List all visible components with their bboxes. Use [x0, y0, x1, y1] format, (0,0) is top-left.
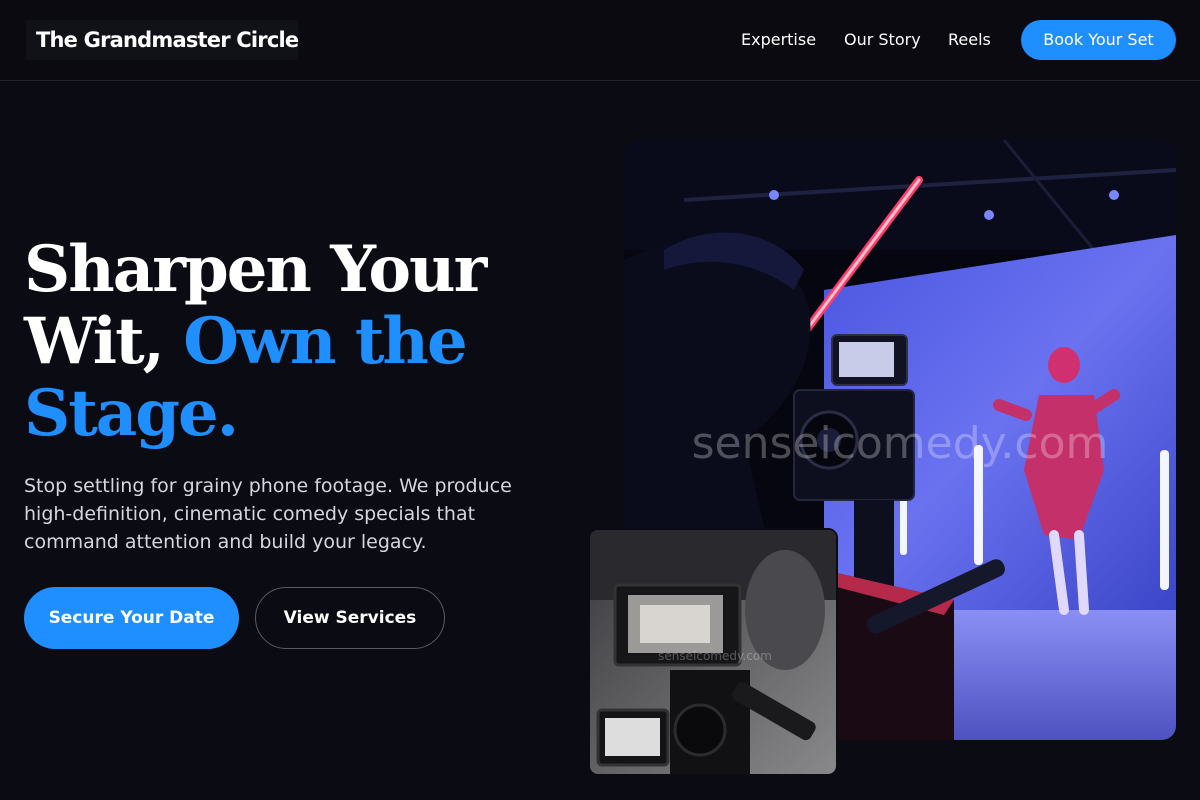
hero-headline: Sharpen Your Wit, Own the Stage.: [24, 234, 544, 450]
nav-link-our-story[interactable]: Our Story: [844, 30, 921, 50]
inset-photo-watermark: senseicomedy.com: [658, 649, 772, 663]
main-photo-watermark: senseicomedy.com: [692, 418, 1109, 469]
nav-link-reels[interactable]: Reels: [948, 30, 991, 50]
hero-subcopy: Stop settling for grainy phone footage. …: [24, 475, 512, 553]
book-your-set-button[interactable]: Book Your Set: [1021, 20, 1176, 60]
camera-monitor-illustration: senseicomedy.com: [590, 530, 836, 774]
headline-line-2b: Own the: [183, 304, 467, 379]
headline-line-1: Sharpen Your: [24, 232, 487, 307]
view-services-button[interactable]: View Services: [255, 587, 445, 649]
inset-photo: senseicomedy.com: [588, 528, 838, 776]
headline-line-3: Stage.: [24, 376, 239, 451]
top-nav: The Grandmaster Circle Expertise Our Sto…: [0, 0, 1200, 81]
headline-line-2a: Wit,: [24, 304, 184, 379]
nav-link-expertise[interactable]: Expertise: [741, 30, 816, 50]
secure-your-date-button[interactable]: Secure Your Date: [24, 587, 239, 649]
site-logo[interactable]: The Grandmaster Circle: [26, 20, 299, 60]
